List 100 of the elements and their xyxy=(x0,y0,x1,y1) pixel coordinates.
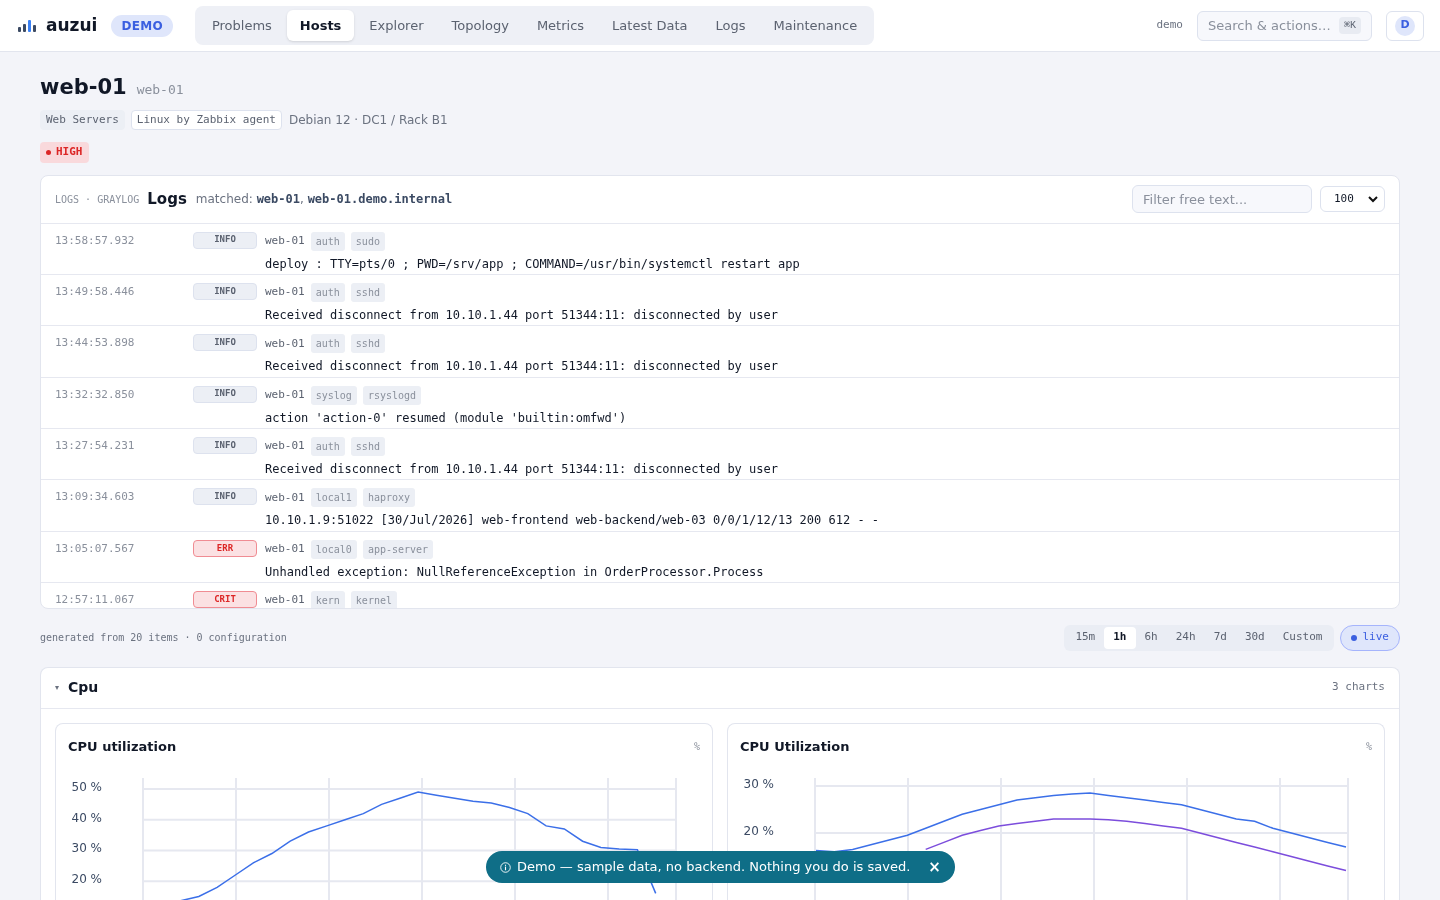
log-tag: rsyslogd xyxy=(362,385,422,405)
nav-tab[interactable]: Maintenance xyxy=(760,10,871,41)
level-badge: INFO xyxy=(193,488,257,506)
log-message: Unhandled exception: NullReferenceException in OrderProcessor.Process xyxy=(265,563,764,581)
close-button[interactable]: × xyxy=(928,855,941,879)
demo-badge: DEMO xyxy=(111,14,173,37)
log-tag: auth xyxy=(310,334,345,354)
search-field[interactable]: Search & actions… ⌘K xyxy=(1197,10,1372,41)
avatar: D xyxy=(1395,15,1415,36)
log-tag: kernel xyxy=(350,591,397,608)
log-tag: syslog xyxy=(310,385,357,405)
log-tag: haproxy xyxy=(362,488,416,508)
nav-tab[interactable]: Topology xyxy=(438,10,522,41)
caret-icon[interactable]: ▾ xyxy=(55,681,59,694)
log-time: 13:44:53.898 xyxy=(55,335,136,352)
level-badge: CRIT xyxy=(193,591,257,608)
log-host: web-01 xyxy=(265,489,305,506)
filter-field[interactable]: Filter free text... xyxy=(1132,185,1312,213)
log-message: deploy : TTY=pts/0 ; PWD=/srv/app ; COMMAND=/usr/bin/systemctl restart app xyxy=(265,255,800,273)
log-message: action 'action-0' resumed (module 'builtin:omfwd') xyxy=(265,409,627,427)
chart-count: 3 charts xyxy=(1332,679,1385,696)
bar-chart-icon xyxy=(18,18,36,33)
log-message: Received disconnect from 10.10.1.44 port 51344:11: disconnected by user xyxy=(265,358,778,376)
toast-message: Demo — sample data, no backend. Nothing you do is saved. xyxy=(517,858,911,877)
range-tab[interactable]: 7d xyxy=(1204,626,1236,649)
range-tab[interactable]: Custom xyxy=(1273,626,1332,649)
limit-value: 100 xyxy=(1334,190,1355,207)
nav-tab[interactable]: Problems xyxy=(198,10,285,41)
log-tag: kern xyxy=(310,591,345,608)
log-tag: auth xyxy=(310,282,345,302)
range-tab[interactable]: 6h xyxy=(1135,626,1167,649)
log-host: web-01 xyxy=(265,232,305,249)
chart-unit: % xyxy=(693,739,700,754)
log-tag: auth xyxy=(310,437,345,457)
level-badge: ERR xyxy=(193,539,257,557)
range-tab[interactable]: 30d xyxy=(1235,626,1274,649)
shortcut-key: ⌘K xyxy=(1338,17,1361,34)
log-message: 10.10.1.9:51022 [30/Jul/2026] web-frontend web-backend/web-03 0/0/1/12/13 200 612 - - xyxy=(265,512,880,530)
level-badge: INFO xyxy=(193,437,257,455)
y-axis-label: 40 % xyxy=(71,810,102,825)
log-time: 13:09:34.603 xyxy=(55,489,136,506)
matched-hosts: matched: web-01, web-01.demo.internal xyxy=(195,191,453,208)
severity-label: HIGH xyxy=(56,144,83,160)
log-tag: local1 xyxy=(310,488,357,508)
level-badge: INFO xyxy=(193,282,257,300)
nav-tab[interactable]: Latest Data xyxy=(599,10,701,41)
range-tab[interactable]: 15m xyxy=(1066,626,1105,649)
y-axis-label: 50 % xyxy=(71,780,102,795)
log-tag: auth xyxy=(310,231,345,251)
log-host: web-01 xyxy=(265,438,305,455)
nav-tab[interactable]: Explorer xyxy=(356,10,437,41)
host-tag: Linux by Zabbix agent xyxy=(130,109,282,130)
footer-note: generated from 20 items · 0 configuration xyxy=(40,631,288,645)
log-time: 13:49:58.446 xyxy=(55,283,136,300)
chevron-down-icon xyxy=(1368,195,1378,203)
range-tab[interactable]: 24h xyxy=(1166,626,1205,649)
logo-text: auzui xyxy=(46,13,98,37)
info-icon xyxy=(500,861,511,873)
log-host: web-01 xyxy=(265,386,305,403)
y-axis-label: 30 % xyxy=(743,777,774,791)
nav-tab[interactable]: Logs xyxy=(702,10,759,41)
logs-title: Logs xyxy=(147,188,187,210)
y-axis-label: 20 % xyxy=(743,824,774,838)
host-tag: Web Servers xyxy=(40,109,125,130)
log-host: web-01 xyxy=(265,592,305,608)
chart-unit: % xyxy=(1365,739,1372,754)
log-tag: local0 xyxy=(310,539,357,559)
log-time: 13:05:07.567 xyxy=(55,540,136,557)
log-tag: app-server xyxy=(362,539,434,559)
logs-source: LOGS · GRAYLOG xyxy=(55,192,140,207)
nav-tab[interactable]: Hosts xyxy=(286,10,355,41)
range-tab[interactable]: 1h xyxy=(1104,626,1136,649)
host-alias: web-01 xyxy=(136,81,184,99)
log-host: web-01 xyxy=(265,335,305,352)
section-title: Cpu xyxy=(68,678,100,697)
log-message: Received disconnect from 10.10.1.44 port 51344:11: disconnected by user xyxy=(265,461,778,479)
avatar-button[interactable]: D xyxy=(1386,10,1424,41)
log-time: 13:27:54.231 xyxy=(55,438,136,455)
live-toggle[interactable]: live xyxy=(1339,624,1400,651)
search-placeholder: Search & actions… xyxy=(1208,16,1332,35)
log-time: 13:32:32.850 xyxy=(55,386,136,403)
level-badge: INFO xyxy=(193,385,257,403)
y-axis-label: 30 % xyxy=(71,841,102,856)
log-host: web-01 xyxy=(265,541,305,558)
log-tag: sshd xyxy=(350,334,385,354)
log-message: Received disconnect from 10.10.1.44 port 51344:11: disconnected by user xyxy=(265,306,778,324)
user-name: demo xyxy=(1156,17,1183,34)
host-info: Debian 12 · DC1 / Rack B1 xyxy=(288,111,448,129)
host-title: web-01 xyxy=(40,74,127,101)
y-axis-label: 20 % xyxy=(71,872,102,887)
level-badge: INFO xyxy=(193,334,257,352)
log-time: 13:58:57.932 xyxy=(55,232,136,249)
chart-title: CPU Utilization xyxy=(740,737,851,756)
log-tag: sshd xyxy=(350,282,385,302)
level-badge: INFO xyxy=(193,231,257,249)
nav-tab[interactable]: Metrics xyxy=(523,10,598,41)
limit-dropdown[interactable]: 100 xyxy=(1320,186,1385,212)
log-tag: sudo xyxy=(350,231,385,251)
log-host: web-01 xyxy=(265,284,305,301)
chart-title: CPU utilization xyxy=(68,737,178,756)
